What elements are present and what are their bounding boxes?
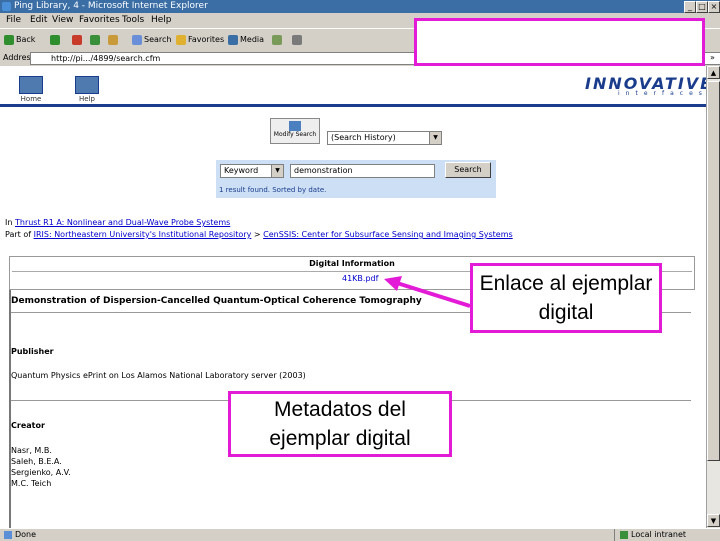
callout-link-note: Enlace al ejemplar digital — [470, 263, 662, 333]
callout-metadata-text: Metadatos del ejemplar digital — [269, 398, 411, 450]
callout-metadata-note: Metadatos del ejemplar digital — [228, 391, 452, 457]
arrow-line — [396, 281, 471, 308]
callout-link-text: Enlace al ejemplar digital — [479, 272, 653, 324]
arrow-head-icon — [384, 276, 402, 291]
